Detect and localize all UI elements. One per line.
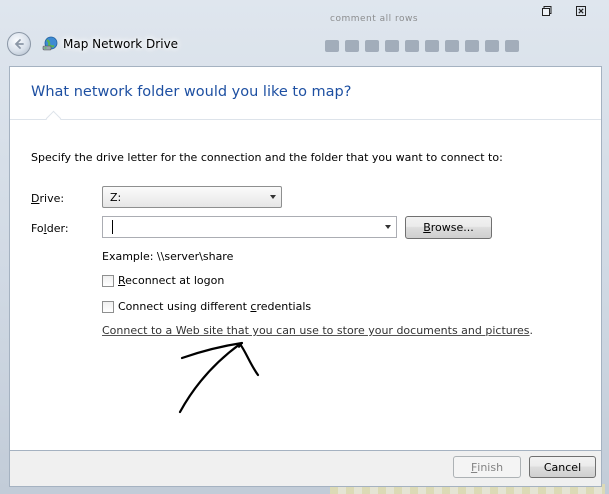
reconnect-label: Reconnect at logon — [118, 274, 224, 287]
folder-label-text: der: — [46, 222, 69, 235]
network-drive-icon — [42, 36, 58, 51]
drive-select[interactable]: Z: — [102, 186, 282, 208]
restore-icon — [542, 6, 552, 16]
hand-drawn-arrow-annotation — [178, 341, 260, 414]
wizard-content: What network folder would you like to ma… — [9, 66, 602, 451]
folder-label-pre: Fo — [31, 222, 44, 235]
drive-value: Z: — [110, 191, 122, 204]
example-text: Example: \\server\share — [102, 250, 234, 263]
folder-input[interactable] — [102, 216, 397, 238]
credentials-label-text: redentials — [256, 300, 312, 313]
reconnect-label-text: econnect at logon — [125, 274, 225, 287]
window-title: Map Network Drive — [63, 37, 179, 51]
cancel-button[interactable]: Cancel — [529, 456, 596, 478]
heading-area: What network folder would you like to ma… — [10, 67, 601, 120]
web-site-link-row: Connect to a Web site that you can use t… — [102, 324, 533, 337]
browse-button[interactable]: Browse... — [405, 216, 492, 239]
browse-label: rowse... — [430, 221, 474, 234]
title-bar: Map Network Drive — [0, 0, 609, 66]
browse-label-accel: B — [423, 221, 431, 234]
chevron-down-icon — [270, 195, 276, 199]
text-cursor — [112, 220, 113, 234]
close-icon — [576, 6, 586, 16]
instruction-text: Specify the drive letter for the connect… — [31, 151, 503, 164]
folder-label: Folder: — [31, 222, 69, 235]
credentials-checkbox[interactable] — [102, 300, 114, 313]
web-site-link-period: . — [529, 324, 534, 337]
reconnect-checkbox[interactable] — [102, 274, 114, 287]
credentials-label-pre: Connect using different — [118, 300, 251, 313]
web-site-link[interactable]: Connect to a Web site that you can use t… — [102, 324, 530, 337]
credentials-option[interactable]: Connect using different credentials — [102, 300, 311, 313]
drive-label: Drive: — [31, 192, 64, 205]
chevron-down-icon[interactable] — [385, 225, 391, 229]
credentials-label: Connect using different credentials — [118, 300, 311, 313]
restore-button[interactable] — [536, 2, 558, 20]
drive-label-text: rive: — [39, 192, 65, 205]
dialog-footer: Finish Cancel — [9, 451, 602, 487]
reconnect-option[interactable]: Reconnect at logon — [102, 274, 224, 287]
back-arrow-icon — [14, 39, 24, 49]
close-button[interactable] — [570, 2, 592, 20]
finish-label: inish — [477, 460, 504, 474]
back-button[interactable] — [7, 32, 31, 56]
finish-button[interactable]: Finish — [453, 456, 521, 478]
page-heading: What network folder would you like to ma… — [31, 84, 352, 100]
